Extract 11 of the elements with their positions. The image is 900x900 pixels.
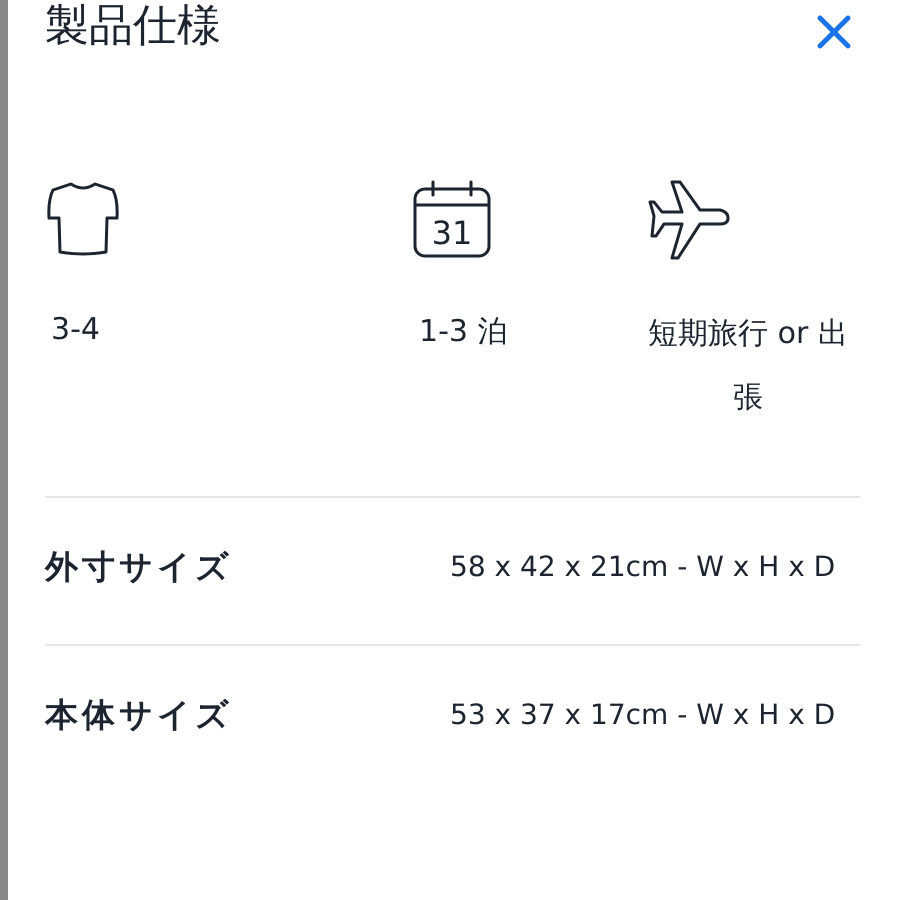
feature-label: 3-4 [50, 311, 101, 349]
t-shirt-icon [45, 180, 121, 256]
feature-label: 1-3 泊 [418, 313, 509, 351]
spec-value: 53 x 37 x 17cm - W x H x D [450, 697, 836, 733]
airplane-icon [648, 180, 730, 260]
close-icon[interactable] [816, 14, 852, 50]
spec-label: 外寸サイズ [45, 546, 234, 588]
spec-label: 本体サイズ [45, 694, 234, 736]
panel-title: 製品仕様 [45, 0, 221, 52]
feature-label: 短期旅行 or 出張 [648, 315, 848, 417]
spec-value: 58 x 42 x 21cm - W x H x D [450, 549, 836, 585]
